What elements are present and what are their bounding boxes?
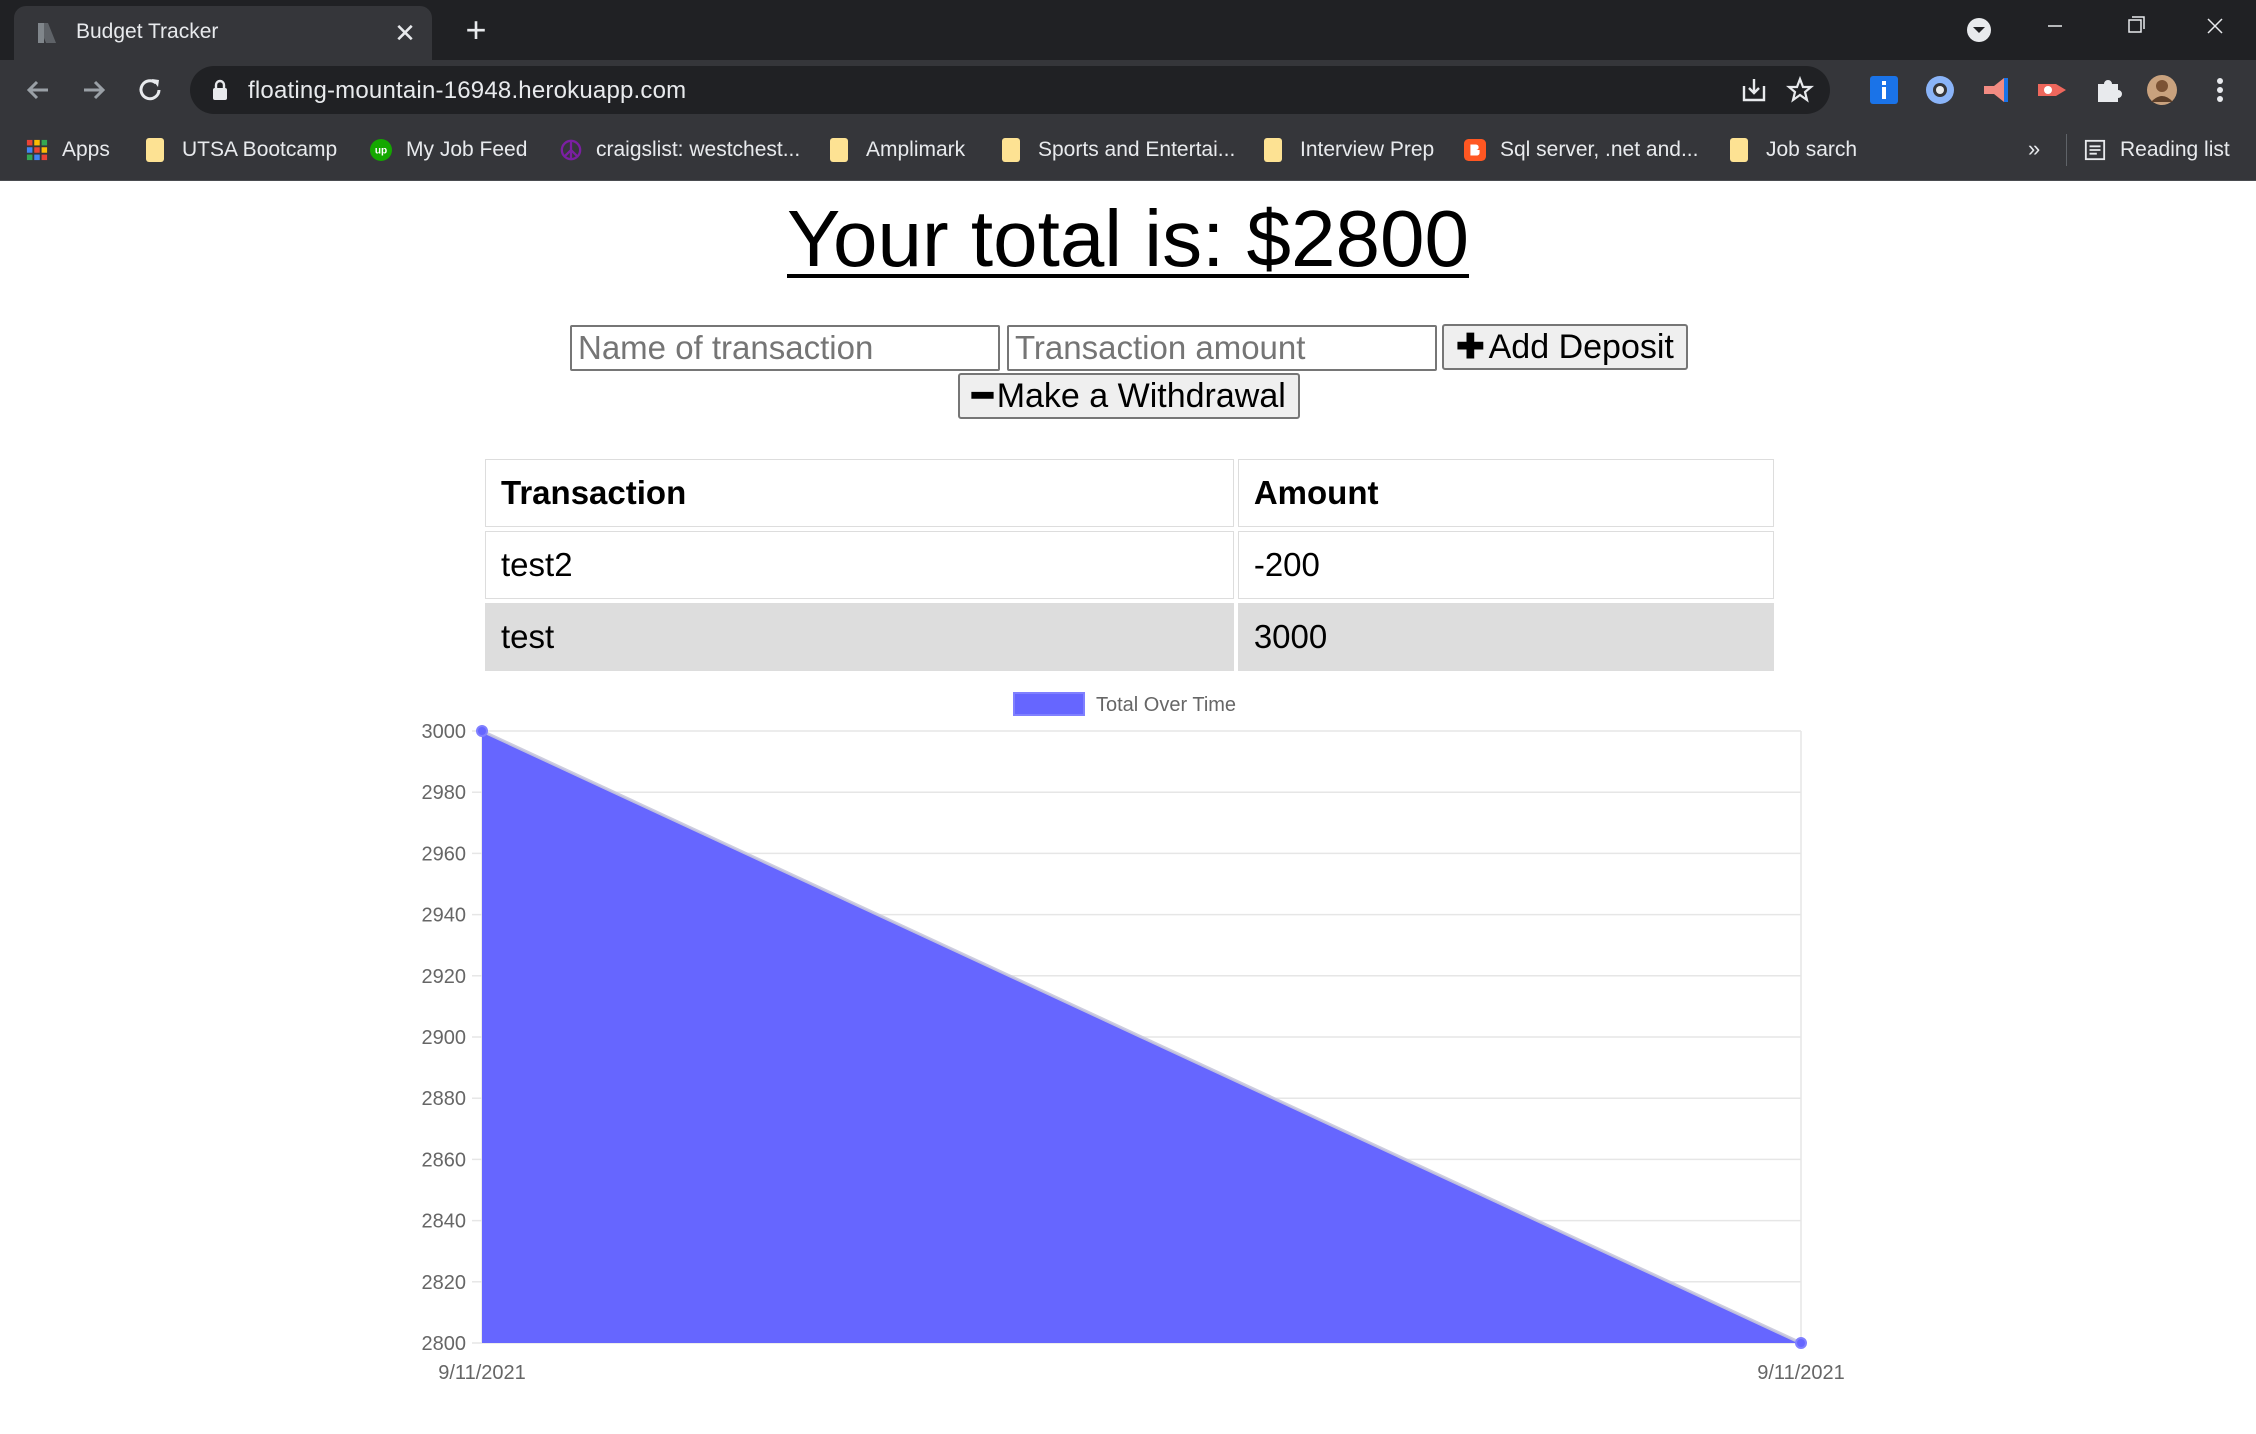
x-tick-label: 9/11/2021 [1757,1362,1845,1384]
tab-favicon-icon [38,23,56,43]
bookmark-label: craigslist: westchest... [596,138,801,161]
window-close-icon[interactable] [2180,0,2250,52]
y-tick-label: 2980 [422,782,467,804]
extensions-puzzle-icon[interactable] [2092,74,2124,106]
bookmark-label: Sql server, .net and... [1500,138,1699,161]
apps-grid-icon [26,139,48,161]
bookmark-interview-prep[interactable]: Interview Prep [1264,134,1434,166]
url-text[interactable]: floating-mountain-16948.herokuapp.com [248,77,686,105]
reading-list-icon [2084,139,2106,161]
bookmark-label: Amplimark [866,138,966,161]
bookmark-star-icon[interactable] [1786,76,1814,104]
data-point [476,725,488,737]
y-tick-label: 2800 [422,1333,467,1355]
bookmarks-bar: Apps UTSA Bootcamp up My Job Feed craigs… [0,120,2256,181]
bookmark-craigslist[interactable]: craigslist: westchest... [560,134,800,166]
reading-list-button[interactable]: Reading list [2084,134,2230,166]
page-content: Your total is: $2800 ✚ Add Deposit ━ Mak… [0,181,2256,1434]
menu-dots-icon[interactable] [2204,74,2236,106]
folder-icon [1002,138,1020,162]
address-bar[interactable]: floating-mountain-16948.herokuapp.com [190,66,1830,114]
bookmark-utsa-bootcamp[interactable]: UTSA Bootcamp [146,134,337,166]
blogger-icon [1464,139,1486,161]
y-tick-label: 2960 [422,843,467,865]
new-tab-button[interactable]: + [456,10,496,50]
reading-list-label: Reading list [2120,138,2230,161]
back-arrow-icon[interactable] [20,72,56,108]
minimize-icon[interactable] [2020,0,2090,52]
bookmark-label: Interview Prep [1300,138,1435,161]
browser-tab[interactable]: Budget Tracker ✕ [14,6,432,60]
lock-icon[interactable] [210,79,230,101]
legend-swatch [1013,692,1085,716]
tab-strip: Budget Tracker ✕ + [0,0,2256,60]
folder-icon [1730,138,1748,162]
svg-text:up: up [375,146,387,157]
recorder-extension-icon[interactable] [2036,74,2068,106]
bookmark-label: Job sarch [1766,138,1858,161]
y-tick-label: 2860 [422,1149,467,1171]
folder-icon [830,138,848,162]
bookmark-amplimark[interactable]: Amplimark [830,134,965,166]
profile-avatar-icon[interactable] [2146,74,2178,106]
circle-extension-icon[interactable] [1924,74,1956,106]
tab-close-icon[interactable]: ✕ [388,16,422,50]
bookmark-apps[interactable]: Apps [26,134,110,166]
y-tick-label: 2900 [422,1027,467,1049]
megaphone-extension-icon[interactable] [1980,74,2012,106]
y-tick-label: 2820 [422,1272,467,1294]
bookmark-label: UTSA Bootcamp [182,138,338,161]
y-tick-label: 3000 [422,721,467,743]
data-point [1795,1337,1807,1349]
tab-title: Budget Tracker [76,20,219,43]
bookmark-label: Sports and Entertai... [1038,138,1236,161]
bookmark-label: My Job Feed [406,138,528,161]
peace-icon [560,139,582,161]
total-over-time-chart: 3000 2980 2960 2940 2920 2900 2880 2860 2840 2820… [422,692,1845,1384]
y-tick-label: 2840 [422,1211,467,1233]
bookmark-label: Apps [62,138,110,161]
install-app-icon[interactable] [1740,76,1768,104]
reload-icon[interactable] [132,72,168,108]
info-extension-icon[interactable] [1868,74,1900,106]
bookmarks-divider [2066,134,2067,166]
upwork-icon: up [370,139,392,161]
bookmark-my-job-feed[interactable]: up My Job Feed [370,134,527,166]
legend-label: Total Over Time [1096,694,1236,716]
bookmarks-overflow-button[interactable]: » [2028,136,2040,162]
browser-toolbar: floating-mountain-16948.herokuapp.com [0,60,2256,120]
bookmark-sql-server[interactable]: Sql server, .net and... [1464,134,1698,166]
folder-icon [146,138,164,162]
y-tick-label: 2940 [422,905,467,927]
tab-search-icon[interactable] [1965,16,1993,44]
bookmark-job-sarch[interactable]: Job sarch [1730,134,1857,166]
x-tick-label: 9/11/2021 [438,1362,526,1384]
y-tick-label: 2920 [422,966,467,988]
y-tick-label: 2880 [422,1088,467,1110]
forward-arrow-icon[interactable] [76,72,112,108]
folder-icon [1264,138,1282,162]
restore-icon[interactable] [2100,0,2170,52]
bookmark-sports[interactable]: Sports and Entertai... [1002,134,1235,166]
